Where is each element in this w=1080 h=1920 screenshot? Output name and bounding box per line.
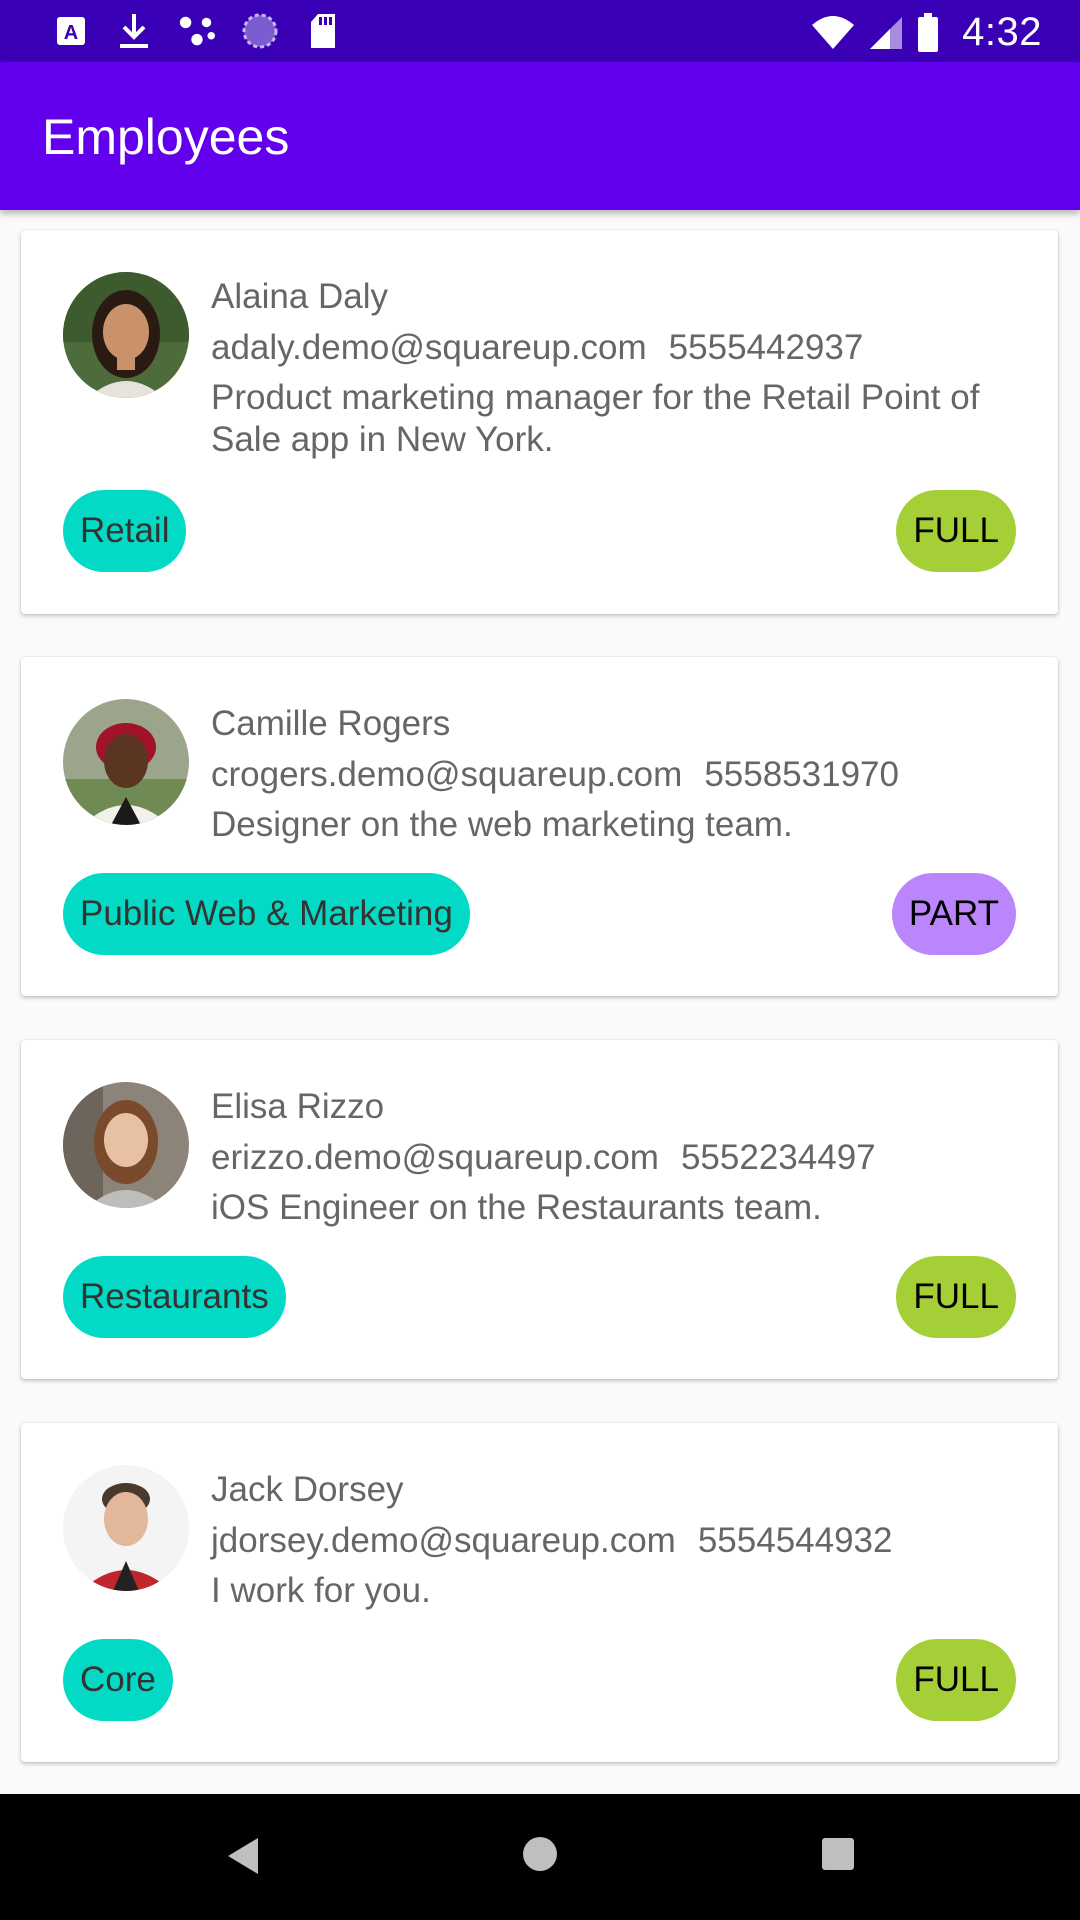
employee-card[interactable]: Elisa Rizzo erizzo.demo@squareup.com 5552… xyxy=(21,1040,1058,1379)
employee-phone[interactable]: 5554544932 xyxy=(698,1521,893,1560)
employee-bio: Designer on the web marketing team. xyxy=(211,805,793,844)
team-chip: Retail xyxy=(63,490,187,572)
avatar xyxy=(63,699,189,825)
employee-phone[interactable]: 5552234497 xyxy=(681,1138,876,1177)
status-bar: A 4:32 xyxy=(0,0,1080,62)
employee-info: Camille Rogers crogers.demo@squareup.com… xyxy=(211,703,998,846)
signal-icon xyxy=(868,15,904,51)
employee-info: Alaina Daly adaly.demo@squareup.com 55554… xyxy=(211,276,998,461)
employee-contact: erizzo.demo@squareup.com 5552234497 xyxy=(211,1137,998,1179)
employee-card[interactable]: Jack Dorsey jdorsey.demo@squareup.com 555… xyxy=(21,1423,1058,1762)
team-chip: Restaurants xyxy=(63,1256,286,1338)
employee-email[interactable]: erizzo.demo@squareup.com xyxy=(211,1138,659,1177)
home-icon[interactable] xyxy=(520,1834,560,1879)
avatar xyxy=(63,272,189,398)
avatar xyxy=(63,1082,189,1208)
avatar xyxy=(63,1465,189,1591)
employee-card[interactable]: Camille Rogers crogers.demo@squareup.com… xyxy=(21,657,1058,996)
employee-phone[interactable]: 5558531970 xyxy=(704,755,899,794)
employment-type-chip: FULL xyxy=(896,1639,1016,1721)
employee-email[interactable]: jdorsey.demo@squareup.com xyxy=(211,1521,676,1560)
employee-info: Jack Dorsey jdorsey.demo@squareup.com 555… xyxy=(211,1469,998,1612)
employment-type-chip: FULL xyxy=(896,490,1016,572)
employee-name: Elisa Rizzo xyxy=(211,1087,385,1126)
employee-email[interactable]: adaly.demo@squareup.com xyxy=(211,328,647,367)
page-title: Employees xyxy=(42,109,290,165)
share-dots-icon xyxy=(178,12,216,50)
employee-info: Elisa Rizzo erizzo.demo@squareup.com 5552… xyxy=(211,1086,998,1229)
employee-card[interactable]: Alaina Daly adaly.demo@squareup.com 55554… xyxy=(21,230,1058,614)
employee-contact: crogers.demo@squareup.com 5558531970 xyxy=(211,754,998,796)
clock: 4:32 xyxy=(962,10,1042,54)
recents-icon[interactable] xyxy=(820,1836,856,1877)
wifi-icon xyxy=(810,15,856,51)
sd-card-icon xyxy=(304,12,342,50)
app-bar: Employees xyxy=(0,62,1080,210)
navigation-bar xyxy=(0,1794,1080,1920)
employee-phone[interactable]: 5555442937 xyxy=(669,328,864,367)
employee-name: Alaina Daly xyxy=(211,277,389,316)
employee-bio: I work for you. xyxy=(211,1571,431,1610)
app-a-icon: A xyxy=(52,12,90,50)
employee-name: Jack Dorsey xyxy=(211,1470,404,1509)
svg-text:A: A xyxy=(64,22,78,44)
employee-bio: Product marketing manager for the Retail… xyxy=(211,378,980,459)
download-icon xyxy=(115,12,153,50)
back-icon[interactable] xyxy=(222,1834,262,1883)
sync-icon xyxy=(241,12,279,50)
employee-bio: iOS Engineer on the Restaurants team. xyxy=(211,1188,822,1227)
employee-name: Camille Rogers xyxy=(211,704,451,743)
team-chip: Core xyxy=(63,1639,173,1721)
battery-icon xyxy=(916,12,940,53)
employee-contact: adaly.demo@squareup.com 5555442937 xyxy=(211,327,998,369)
employment-type-chip: FULL xyxy=(896,1256,1016,1338)
employee-email[interactable]: crogers.demo@squareup.com xyxy=(211,755,682,794)
team-chip: Public Web & Marketing xyxy=(63,873,470,955)
employee-contact: jdorsey.demo@squareup.com 5554544932 xyxy=(211,1520,998,1562)
employment-type-chip: PART xyxy=(891,873,1016,955)
